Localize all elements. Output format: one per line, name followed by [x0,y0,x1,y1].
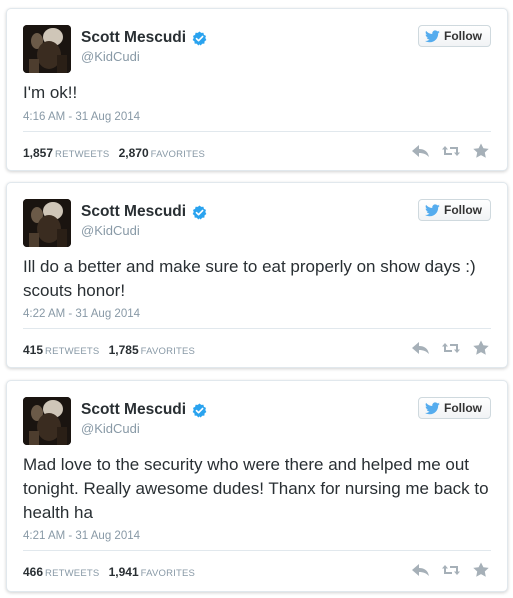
divider [23,550,491,551]
tweet-text: Mad love to the security who were there … [23,455,489,522]
avatar[interactable] [23,397,71,445]
retweet-icon[interactable] [441,143,461,159]
favorite-count[interactable]: 1,941 [109,565,139,579]
retweet-label[interactable]: RETWEETS [45,346,99,357]
retweet-label[interactable]: RETWEETS [55,149,109,160]
tweet-actions [401,143,491,159]
avatar[interactable] [23,25,71,73]
retweet-icon[interactable] [441,340,461,356]
retweet-icon[interactable] [441,562,461,578]
tweet-card: Scott Mescudi @KidCudi Follow Mad love t… [6,380,508,592]
tweet-text: I'm ok!! [23,83,78,102]
tweet-timestamp[interactable]: 4:22 AM - 31 Aug 2014 [23,308,140,320]
author-name-text[interactable]: Scott Mescudi [81,29,186,47]
favorite-icon[interactable] [471,562,491,578]
retweet-count[interactable]: 1,857 [23,146,53,160]
twitter-bird-icon [425,401,440,414]
favorite-label[interactable]: FAVORITES [141,568,195,579]
author-handle[interactable]: @KidCudi [81,223,140,238]
avatar[interactable] [23,199,71,247]
tweet-stats: 1,857 RETWEETS 2,870 FAVORITES [23,146,211,160]
author-name[interactable]: Scott Mescudi [81,203,207,221]
twitter-bird-icon [425,203,440,216]
tweet-timestamp[interactable]: 4:16 AM - 31 Aug 2014 [23,111,140,123]
follow-button[interactable]: Follow [418,25,491,47]
retweet-count[interactable]: 415 [23,343,43,357]
favorite-count[interactable]: 2,870 [119,146,149,160]
retweet-label[interactable]: RETWEETS [45,568,99,579]
follow-label[interactable]: Follow [444,203,482,217]
author-name[interactable]: Scott Mescudi [81,401,207,419]
favorite-icon[interactable] [471,340,491,356]
divider [23,131,491,132]
verified-badge-icon [192,402,207,417]
tweet-text: Ill do a better and make sure to eat pro… [23,257,476,300]
twitter-bird-icon [425,29,440,42]
author-name-text[interactable]: Scott Mescudi [81,401,186,419]
follow-label[interactable]: Follow [444,401,482,415]
author-handle[interactable]: @KidCudi [81,421,140,436]
verified-badge-icon [192,204,207,219]
follow-label[interactable]: Follow [444,29,482,43]
follow-button[interactable]: Follow [418,199,491,221]
favorite-label[interactable]: FAVORITES [151,149,205,160]
author-name-text[interactable]: Scott Mescudi [81,203,186,221]
tweet-stats: 415 RETWEETS 1,785 FAVORITES [23,343,201,357]
verified-badge-icon [192,30,207,45]
retweet-count[interactable]: 466 [23,565,43,579]
tweet-actions [401,340,491,356]
follow-button[interactable]: Follow [418,397,491,419]
tweet-card: Scott Mescudi @KidCudi Follow I'm ok!! 4… [6,8,508,171]
reply-icon[interactable] [411,143,431,159]
reply-icon[interactable] [411,340,431,356]
tweet-timestamp[interactable]: 4:21 AM - 31 Aug 2014 [23,530,140,542]
tweet-actions [401,562,491,578]
author-handle[interactable]: @KidCudi [81,49,140,64]
author-name[interactable]: Scott Mescudi [81,29,207,47]
divider [23,328,491,329]
reply-icon[interactable] [411,562,431,578]
tweet-card: Scott Mescudi @KidCudi Follow Ill do a b… [6,182,508,368]
favorite-label[interactable]: FAVORITES [141,346,195,357]
favorite-icon[interactable] [471,143,491,159]
tweet-stats: 466 RETWEETS 1,941 FAVORITES [23,565,201,579]
favorite-count[interactable]: 1,785 [109,343,139,357]
